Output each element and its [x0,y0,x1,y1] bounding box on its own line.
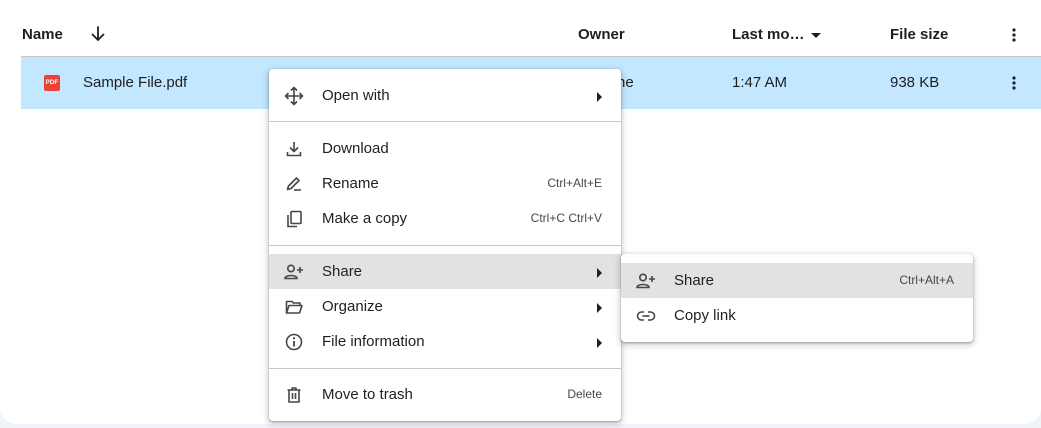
menu-item-rename[interactable]: Rename Ctrl+Alt+E [269,166,621,201]
menu-item-open-with[interactable]: Open with [269,78,621,113]
menu-item-label: Open with [322,87,390,104]
shortcut-hint: Ctrl+C Ctrl+V [530,211,602,225]
menu-item-file-information[interactable]: File information [269,324,621,359]
trash-icon [283,384,305,406]
column-header-last-modified-label: Last mo… [732,26,805,43]
menu-divider [269,121,621,122]
chevron-right-icon [597,92,602,102]
more-vert-icon[interactable] [1002,71,1026,95]
info-icon [283,331,305,353]
context-menu: Open with Download Rename Ctrl+Alt+E Mak… [269,69,621,421]
copy-icon [283,208,305,230]
column-header-file-size[interactable]: File size [890,14,948,56]
submenu-item-share[interactable]: Share Ctrl+Alt+A [621,263,973,298]
link-icon [635,305,657,327]
menu-item-download[interactable]: Download [269,131,621,166]
menu-item-label: Rename [322,175,379,192]
file-list-header: Name Owner Last mo… File size [21,14,1041,57]
menu-item-label: Organize [322,298,383,315]
more-vert-icon[interactable] [1002,23,1026,47]
file-modified: 1:47 AM [732,74,788,91]
submenu-item-copy-link[interactable]: Copy link [621,298,973,333]
open-with-icon [283,85,305,107]
file-name: Sample File.pdf [83,74,188,91]
edit-icon [283,173,305,195]
menu-item-label: Move to trash [322,386,413,403]
caret-down-icon [810,32,821,38]
menu-item-share[interactable]: Share [269,254,621,289]
column-header-owner[interactable]: Owner [578,14,625,56]
chevron-right-icon [597,268,602,278]
column-header-last-modified[interactable]: Last mo… [732,14,821,56]
menu-item-make-a-copy[interactable]: Make a copy Ctrl+C Ctrl+V [269,201,621,236]
menu-item-organize[interactable]: Organize [269,289,621,324]
share-submenu: Share Ctrl+Alt+A Copy link [621,254,973,342]
menu-item-label: Copy link [674,307,736,324]
menu-item-move-to-trash[interactable]: Move to trash Delete [269,377,621,412]
person-add-icon [635,270,657,292]
column-header-name[interactable]: Name [22,14,63,56]
menu-divider [269,368,621,369]
menu-item-label: Download [322,140,389,157]
file-size: 938 KB [890,74,940,91]
download-icon [283,138,305,160]
shortcut-hint: Ctrl+Alt+A [899,273,954,287]
menu-item-label: File information [322,333,425,350]
menu-item-label: Make a copy [322,210,408,227]
chevron-right-icon [597,303,602,313]
menu-item-label: Share [674,272,715,289]
shortcut-hint: Ctrl+Alt+E [547,176,602,190]
menu-item-label: Share [322,263,363,280]
folder-open-icon [283,296,305,318]
person-add-icon [283,261,305,283]
chevron-right-icon [597,338,602,348]
shortcut-hint: Delete [567,387,602,401]
arrow-down-icon[interactable] [89,24,107,44]
pdf-file-icon: PDF [44,75,60,91]
menu-divider [269,245,621,246]
